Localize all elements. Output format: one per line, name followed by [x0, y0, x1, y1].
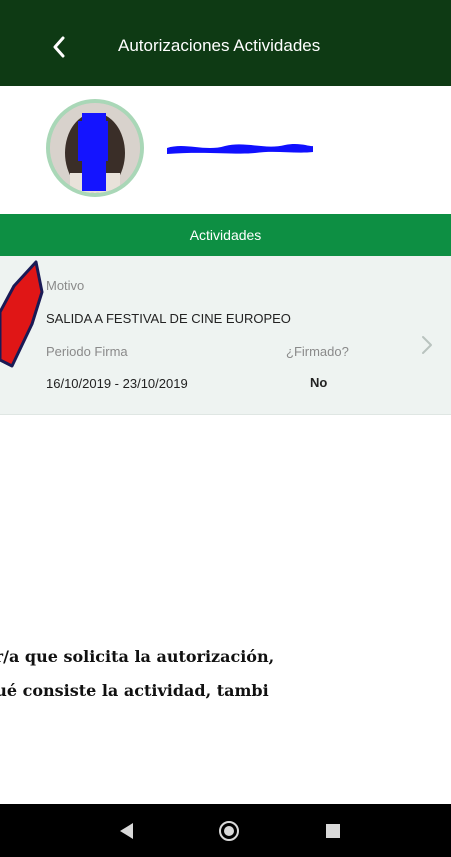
nav-back-icon[interactable]: [116, 820, 138, 842]
chevron-right-icon[interactable]: [420, 334, 434, 356]
motivo-label: Motivo: [46, 278, 85, 293]
nav-home-icon[interactable]: [218, 820, 240, 842]
caption-line-2: qué consiste la actividad, tambi: [0, 681, 269, 700]
tab-actividades[interactable]: Actividades: [0, 214, 451, 256]
firmado-label: ¿Firmado?: [286, 344, 349, 359]
profile-section: [0, 86, 451, 214]
back-button[interactable]: [44, 32, 74, 62]
motivo-value: SALIDA A FESTIVAL DE CINE EUROPEO: [46, 311, 291, 326]
periodo-label: Periodo Firma: [46, 344, 128, 359]
firmado-value: No: [310, 375, 328, 390]
page-title: Autorizaciones Actividades: [118, 36, 321, 55]
annotation-arrow: [0, 260, 44, 368]
avatar[interactable]: [46, 99, 144, 197]
system-nav-bar: [0, 804, 451, 857]
chevron-left-icon: [53, 36, 65, 58]
activity-list-item[interactable]: Motivo SALIDA A FESTIVAL DE CINE EUROPEO…: [0, 256, 451, 415]
tab-label: Actividades: [189, 227, 262, 243]
nav-recents-icon[interactable]: [322, 820, 344, 842]
name-redaction: [167, 144, 313, 154]
periodo-value: 16/10/2019 - 23/10/2019: [46, 376, 188, 391]
avatar-photo: [50, 103, 140, 193]
app-header: Autorizaciones Actividades: [0, 0, 451, 86]
caption-line-1: or/a que solicita la autorización,: [0, 647, 275, 666]
